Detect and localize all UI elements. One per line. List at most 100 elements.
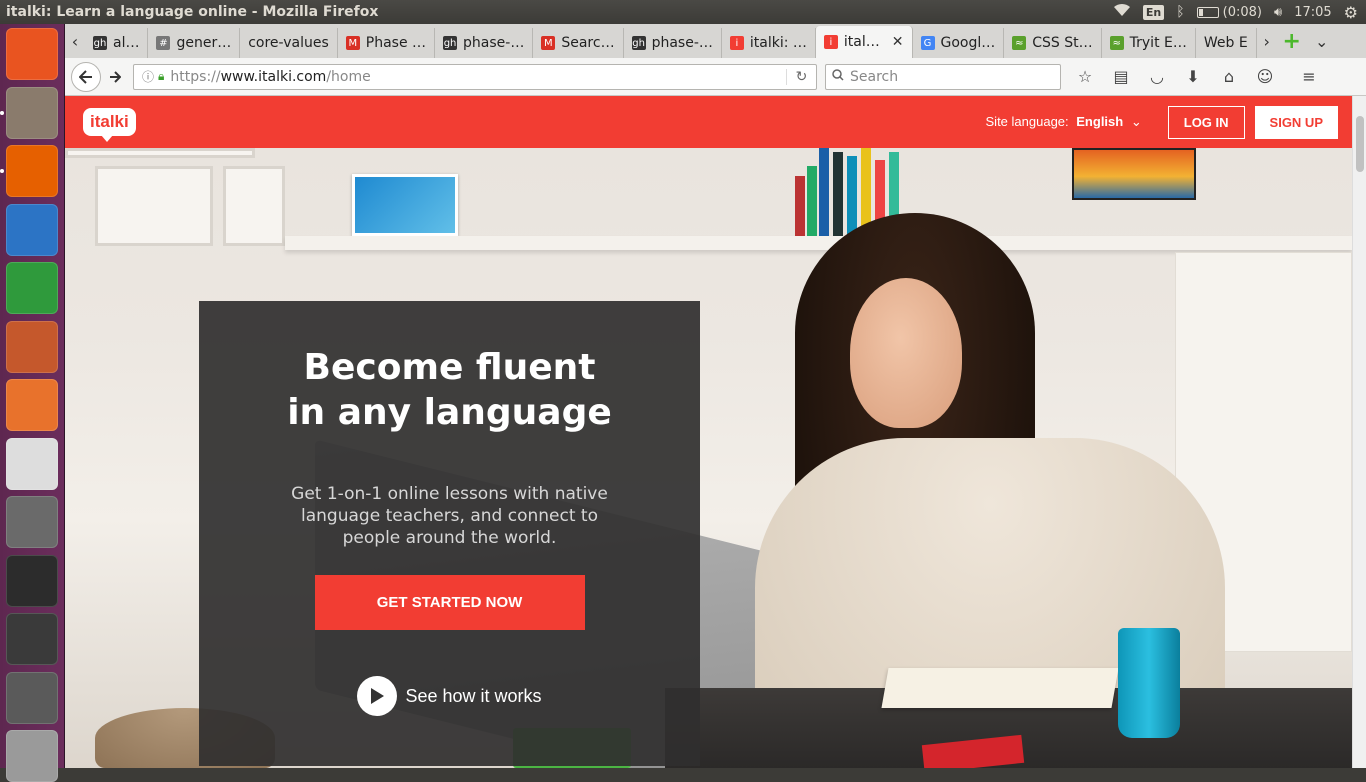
tab[interactable]: gh phase-…: [435, 28, 534, 58]
back-button[interactable]: [71, 61, 101, 92]
pocket-icon[interactable]: ◡: [1139, 63, 1175, 91]
bookmarks-list-icon[interactable]: ▤: [1103, 63, 1139, 91]
system-settings-icon[interactable]: [6, 496, 58, 548]
get-started-button[interactable]: GET STARTED NOW: [314, 575, 585, 630]
tab-favicon-icon: i: [823, 35, 838, 49]
see-how-label: See how it works: [405, 685, 542, 706]
tab-scroll-right-button[interactable]: ›: [1257, 24, 1277, 58]
tab-active[interactable]: i ital… ✕: [815, 26, 913, 58]
battery-indicator[interactable]: (0:08): [1196, 4, 1262, 20]
hero-subtitle: Get 1-on-1 online lessons with native la…: [291, 484, 608, 548]
clock[interactable]: 17:05: [1294, 5, 1331, 20]
chevron-down-icon: ⌄: [1130, 114, 1142, 129]
software-center-icon[interactable]: [6, 379, 58, 431]
hero-background-photo: Become fluent in any language Get 1-on-1…: [65, 148, 1352, 768]
site-language-selector[interactable]: Site language: English ⌄: [986, 114, 1142, 130]
tab-favicon-icon: #: [156, 36, 171, 50]
impress-icon[interactable]: [6, 320, 58, 373]
tab-favicon-icon: ≈: [1109, 36, 1124, 50]
forward-button[interactable]: [101, 63, 129, 91]
header-actions: Site language: English ⌄ LOG IN SIGN UP: [986, 105, 1338, 139]
blue-mug: [1118, 628, 1180, 738]
battery-icon: [1196, 6, 1219, 18]
home-icon[interactable]: ⌂: [1211, 63, 1247, 91]
workspaces-icon[interactable]: [6, 730, 58, 782]
tab[interactable]: ≈ Tryit E…: [1102, 28, 1196, 58]
open-notebook: [881, 668, 1119, 708]
tab-close-icon[interactable]: ✕: [892, 34, 904, 50]
tab[interactable]: ≈ CSS St…: [1004, 28, 1102, 58]
tab-favicon-icon: G: [920, 36, 935, 50]
files-icon[interactable]: [6, 86, 58, 139]
wifi-icon[interactable]: [1113, 3, 1131, 21]
tab[interactable]: i italki: …: [722, 28, 816, 58]
login-button[interactable]: LOG IN: [1167, 105, 1245, 139]
signup-button[interactable]: SIGN UP: [1254, 105, 1338, 139]
window-title: italki: Learn a language online - Mozill…: [6, 4, 379, 20]
tab[interactable]: # gener…: [148, 28, 241, 58]
tab[interactable]: Web E: [1196, 28, 1257, 58]
downloads-icon[interactable]: ⬇: [1175, 63, 1211, 91]
running-indicator: [0, 169, 4, 173]
url-bar[interactable]: ⓘ 🔒︎ https://www.italki.com/home ↻: [133, 63, 817, 90]
terminal-icon[interactable]: [6, 554, 58, 607]
chat-icon[interactable]: ☺: [1247, 63, 1283, 91]
tab-label: gener…: [176, 35, 232, 51]
sublime-icon[interactable]: [6, 671, 58, 724]
tab-label: Searc…: [561, 35, 615, 51]
tab[interactable]: core-values: [240, 28, 338, 58]
back-arrow-icon: [79, 69, 92, 84]
hero-panel: Become fluent in any language Get 1-on-1…: [199, 301, 700, 766]
tab[interactable]: gh phase-…: [624, 28, 722, 58]
forward-arrow-icon: [110, 70, 121, 83]
url-path: /home: [326, 68, 371, 85]
firefox-icon[interactable]: [6, 145, 58, 197]
tab-favicon-icon: i: [729, 36, 744, 50]
tab[interactable]: M Phase …: [338, 28, 436, 58]
tab-label: Phase …: [365, 35, 427, 51]
info-icon[interactable]: ⓘ: [142, 68, 154, 85]
amazon-icon[interactable]: [6, 437, 58, 490]
scrollbar-thumb[interactable]: [1356, 116, 1364, 172]
navigation-toolbar: ⓘ 🔒︎ https://www.italki.com/home ↻ Searc…: [65, 58, 1366, 96]
bookmark-star-icon[interactable]: ☆: [1067, 63, 1103, 91]
tab-label: Web E: [1203, 35, 1248, 51]
tab-label: core-values: [248, 35, 329, 51]
tab-favicon-icon: ≈: [1012, 36, 1027, 50]
writer-icon[interactable]: [6, 203, 58, 256]
tab[interactable]: M Searc…: [533, 28, 624, 58]
binary-editor-icon[interactable]: [6, 613, 58, 665]
new-tab-button[interactable]: +: [1277, 24, 1307, 58]
wall-frame: [95, 166, 213, 246]
tab-scroll-left-button[interactable]: ‹: [65, 24, 85, 58]
keyboard-layout-indicator[interactable]: En: [1142, 4, 1165, 20]
search-bar[interactable]: Search: [825, 63, 1061, 90]
search-placeholder: Search: [850, 68, 899, 85]
hero-title-line1: Become fluent: [303, 347, 596, 388]
menu-hamburger-icon[interactable]: ≡: [1291, 63, 1327, 91]
tab-label: italki: …: [749, 35, 807, 51]
tab-label: phase-…: [651, 35, 713, 51]
calc-icon[interactable]: [6, 262, 58, 314]
bluetooth-icon[interactable]: ᛒ: [1176, 4, 1184, 20]
sunset-painting: [1072, 148, 1196, 200]
site-language-label: Site language:: [985, 114, 1069, 129]
italki-logo[interactable]: italki: [83, 108, 136, 142]
page-scrollbar[interactable]: [1352, 96, 1366, 768]
tab-list-dropdown-icon[interactable]: ⌄: [1307, 24, 1337, 58]
ubuntu-dash-icon[interactable]: [6, 28, 58, 80]
search-icon: [832, 68, 844, 85]
see-how-it-works-link[interactable]: See how it works: [199, 676, 700, 716]
tab-favicon-icon: M: [345, 36, 360, 50]
tab-label: Googl…: [940, 35, 996, 51]
volume-icon[interactable]: 🔊︎: [1274, 5, 1282, 20]
tab[interactable]: G Googl…: [913, 28, 1005, 58]
tab[interactable]: gh al…: [85, 28, 149, 58]
battery-time: (0:08): [1222, 4, 1262, 20]
wall-frame: [223, 166, 285, 246]
wall-frame: [65, 148, 255, 158]
settings-gear-icon[interactable]: ⚙: [1344, 3, 1358, 22]
secure-lock-icon[interactable]: 🔒︎: [158, 69, 164, 84]
reload-icon[interactable]: ↻: [786, 68, 816, 85]
tab-strip: gh al… # gener… core-values M Phase … gh phase-……: [85, 24, 1257, 58]
